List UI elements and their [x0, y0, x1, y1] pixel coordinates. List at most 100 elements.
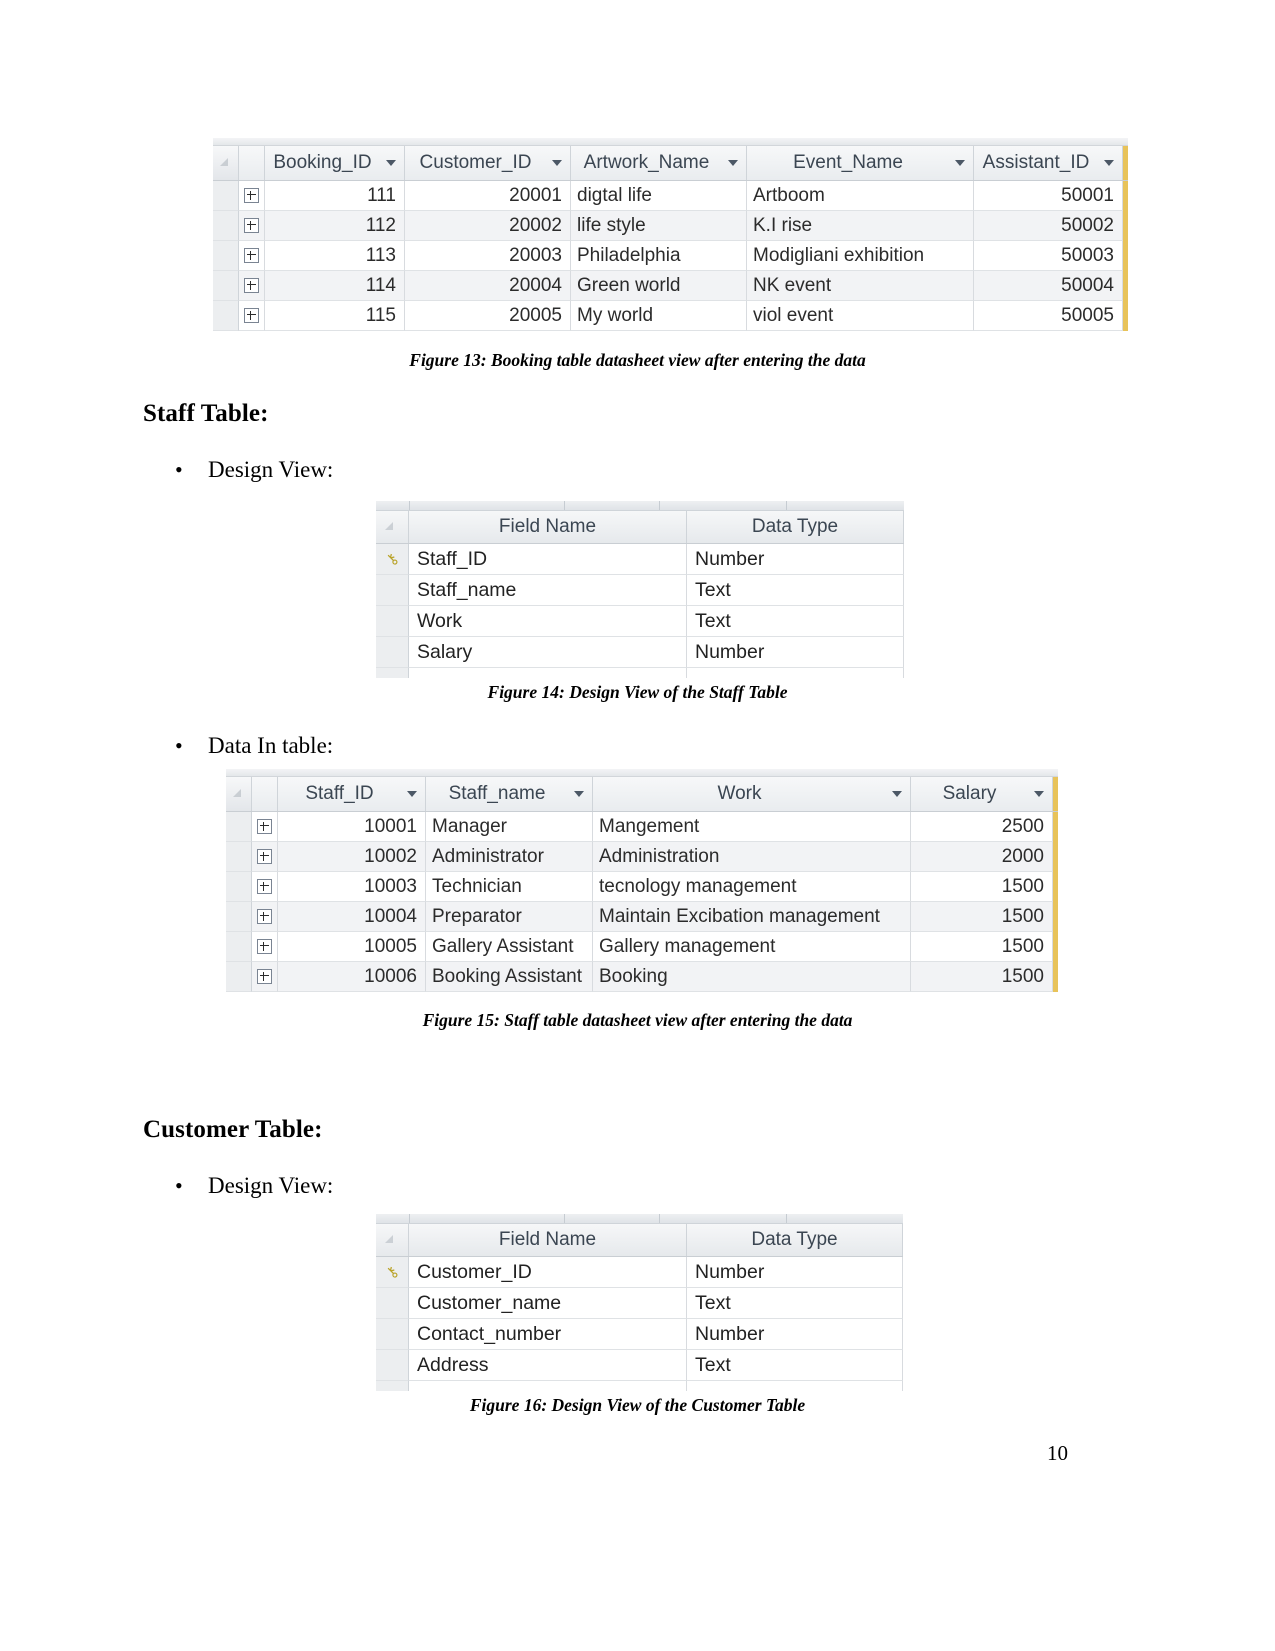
staff-design-view-table[interactable]: Field Name Data Type ⚷ Staff_ID Number Staf…	[376, 501, 904, 678]
record-selector[interactable]	[213, 181, 239, 211]
table-cell[interactable]: Artboom	[747, 181, 974, 211]
table-row[interactable]: 114 20004 Green world NK event 50004	[213, 271, 1128, 301]
data-type-cell[interactable]: Text	[687, 1288, 903, 1319]
expand-row-button[interactable]	[239, 181, 265, 211]
chevron-down-icon[interactable]	[552, 160, 562, 166]
plus-icon[interactable]	[244, 218, 259, 233]
chevron-down-icon[interactable]	[1104, 160, 1114, 166]
table-row[interactable]: 10006 Booking Assistant Booking 1500	[226, 962, 1058, 992]
data-type-cell[interactable]: Number	[687, 544, 904, 575]
expand-row-button[interactable]	[239, 241, 265, 271]
column-header-assistant_id[interactable]: Assistant_ID	[974, 146, 1123, 180]
column-header-event_name[interactable]: Event_Name	[747, 146, 974, 180]
field-name-cell[interactable]: Salary	[409, 637, 687, 668]
table-row[interactable]: 115 20005 My world viol event 50005	[213, 301, 1128, 331]
table-cell[interactable]: 10001	[278, 812, 426, 842]
table-cell[interactable]: 1500	[911, 962, 1053, 992]
chevron-down-icon[interactable]	[728, 160, 738, 166]
expand-row-button[interactable]	[252, 962, 278, 992]
data-type-cell[interactable]: Text	[687, 1350, 903, 1381]
table-row[interactable]: 10001 Manager Mangement 2500	[226, 812, 1058, 842]
record-selector[interactable]	[226, 902, 252, 932]
column-header-customer_id[interactable]: Customer_ID	[405, 146, 571, 180]
design-view-row[interactable]: Address Text	[376, 1350, 903, 1381]
table-row[interactable]: 10004 Preparator Maintain Excibation manag…	[226, 902, 1058, 932]
data-type-cell[interactable]: Text	[687, 606, 904, 637]
chevron-down-icon[interactable]	[955, 160, 965, 166]
table-cell[interactable]: 112	[265, 211, 405, 241]
chevron-down-icon[interactable]	[1034, 791, 1044, 797]
design-view-row[interactable]: Customer_name Text	[376, 1288, 903, 1319]
table-cell[interactable]: K.I rise	[747, 211, 974, 241]
row-selector[interactable]	[376, 1350, 409, 1381]
design-view-row[interactable]: Work Text	[376, 606, 904, 637]
record-selector[interactable]	[213, 241, 239, 271]
table-cell[interactable]: Administration	[593, 842, 911, 872]
table-cell[interactable]: 50004	[974, 271, 1123, 301]
table-row[interactable]: 112 20002 life style K.I rise 50002	[213, 211, 1128, 241]
table-cell[interactable]: 10005	[278, 932, 426, 962]
expand-row-button[interactable]	[252, 842, 278, 872]
customer-design-view-table[interactable]: Field Name Data Type ⚷ Customer_ID Number C…	[376, 1214, 903, 1391]
header-field-name[interactable]: Field Name	[409, 1224, 687, 1256]
plus-icon[interactable]	[244, 308, 259, 323]
expand-row-button[interactable]	[252, 932, 278, 962]
table-cell[interactable]: 20004	[405, 271, 571, 301]
table-cell[interactable]: 50002	[974, 211, 1123, 241]
table-cell[interactable]: life style	[571, 211, 747, 241]
table-cell[interactable]: 111	[265, 181, 405, 211]
record-selector[interactable]	[226, 812, 252, 842]
field-name-cell[interactable]: Contact_number	[409, 1319, 687, 1350]
record-selector[interactable]	[226, 872, 252, 902]
expand-row-button[interactable]	[252, 872, 278, 902]
booking-datasheet-table[interactable]: Booking_ID Customer_ID Artwork_Name Event_N…	[213, 138, 1128, 331]
column-header-booking_id[interactable]: Booking_ID	[265, 146, 405, 180]
column-header-work[interactable]: Work	[593, 777, 911, 811]
plus-icon[interactable]	[257, 879, 272, 894]
table-row[interactable]: 113 20003 Philadelphia Modigliani exhibitio…	[213, 241, 1128, 271]
table-cell[interactable]: 2000	[911, 842, 1053, 872]
table-cell[interactable]: Booking Assistant	[426, 962, 593, 992]
data-type-cell[interactable]: Text	[687, 575, 904, 606]
row-selector[interactable]	[376, 1288, 409, 1319]
column-header-salary[interactable]: Salary	[911, 777, 1053, 811]
table-cell[interactable]: Philadelphia	[571, 241, 747, 271]
plus-icon[interactable]	[257, 849, 272, 864]
header-field-name[interactable]: Field Name	[409, 511, 687, 543]
table-cell[interactable]: Mangement	[593, 812, 911, 842]
chevron-down-icon[interactable]	[386, 160, 396, 166]
table-cell[interactable]: 50003	[974, 241, 1123, 271]
plus-icon[interactable]	[244, 278, 259, 293]
table-cell[interactable]: Preparator	[426, 902, 593, 932]
record-selector[interactable]	[226, 842, 252, 872]
field-name-cell[interactable]: Staff_ID	[409, 544, 687, 575]
table-row[interactable]: 111 20001 digtal life Artboom 50001	[213, 181, 1128, 211]
record-selector[interactable]	[213, 211, 239, 241]
design-view-row[interactable]: Contact_number Number	[376, 1319, 903, 1350]
table-cell[interactable]: 20005	[405, 301, 571, 331]
table-cell[interactable]: NK event	[747, 271, 974, 301]
plus-icon[interactable]	[257, 969, 272, 984]
plus-icon[interactable]	[244, 248, 259, 263]
design-view-row[interactable]: Staff_name Text	[376, 575, 904, 606]
header-data-type[interactable]: Data Type	[687, 1224, 903, 1256]
table-cell[interactable]: 10002	[278, 842, 426, 872]
plus-icon[interactable]	[257, 819, 272, 834]
plus-icon[interactable]	[257, 939, 272, 954]
customer-design-body[interactable]: ⚷ Customer_ID Number Customer_name Text Conta…	[376, 1257, 903, 1381]
table-cell[interactable]: Booking	[593, 962, 911, 992]
row-selector[interactable]	[376, 1319, 409, 1350]
table-cell[interactable]: digtal life	[571, 181, 747, 211]
expand-row-button[interactable]	[239, 271, 265, 301]
table-cell[interactable]: 20002	[405, 211, 571, 241]
data-type-cell[interactable]: Number	[687, 637, 904, 668]
record-selector[interactable]	[213, 271, 239, 301]
chevron-down-icon[interactable]	[407, 791, 417, 797]
chevron-down-icon[interactable]	[892, 791, 902, 797]
row-selector[interactable]	[376, 575, 409, 606]
table-cell[interactable]: Gallery Assistant	[426, 932, 593, 962]
table-cell[interactable]: Modigliani exhibition	[747, 241, 974, 271]
field-name-cell[interactable]: Customer_name	[409, 1288, 687, 1319]
record-selector[interactable]	[213, 301, 239, 331]
table-cell[interactable]: 1500	[911, 872, 1053, 902]
